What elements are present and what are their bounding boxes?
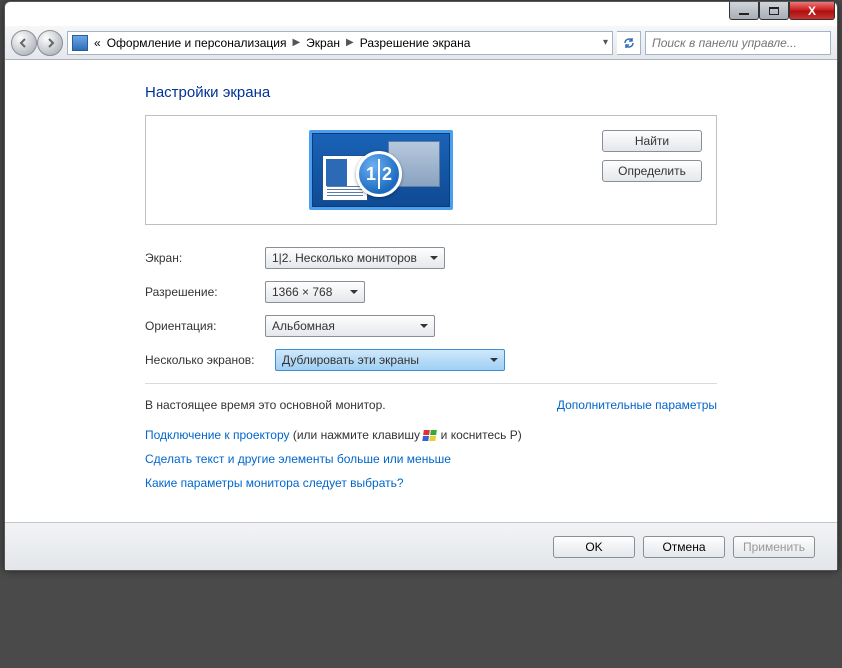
resolution-select[interactable]: 1366 × 768 (265, 281, 365, 303)
chevron-right-icon: ▶ (292, 37, 300, 48)
badge-2: 2 (382, 164, 392, 185)
screen-label: Экран: (145, 251, 265, 265)
find-button[interactable]: Найти (602, 130, 702, 152)
nav-arrows (11, 30, 63, 56)
page-title: Настройки экрана (145, 84, 717, 101)
multi-screens-label: Несколько экранов: (145, 353, 275, 367)
identify-button[interactable]: Определить (602, 160, 702, 182)
multi-screens-select-value: Дублировать эти экраны (282, 353, 419, 367)
content-area: Настройки экрана 1 2 Найти (5, 60, 837, 522)
separator (145, 383, 717, 384)
orientation-select[interactable]: Альбомная (265, 315, 435, 337)
breadcrumb[interactable]: « Оформление и персонализация ▶ Экран ▶ … (67, 31, 613, 55)
text-size-link[interactable]: Сделать текст и другие элементы больше и… (145, 452, 451, 466)
monitor-badge: 1 2 (356, 151, 402, 197)
back-button[interactable] (11, 30, 37, 56)
arrow-left-icon (19, 38, 29, 48)
refresh-button[interactable] (617, 31, 641, 55)
monitor-stage: 1 2 (309, 130, 453, 210)
navbar: « Оформление и персонализация ▶ Экран ▶ … (5, 26, 837, 60)
which-params-link[interactable]: Какие параметры монитора следует выбрать… (145, 476, 404, 490)
arrow-right-icon (45, 38, 55, 48)
minimize-button[interactable] (729, 2, 759, 20)
monitor-diagram[interactable]: 1 2 (309, 130, 453, 210)
advanced-settings-link[interactable]: Дополнительные параметры (557, 398, 717, 412)
titlebar: X (729, 2, 837, 26)
orientation-label: Ориентация: (145, 319, 265, 333)
monitor-preview-box: 1 2 Найти Определить (145, 115, 717, 225)
breadcrumb-level1[interactable]: Оформление и персонализация (107, 36, 287, 50)
screen-select-value: 1|2. Несколько мониторов (272, 251, 417, 265)
search-input[interactable] (645, 31, 831, 55)
screen-select[interactable]: 1|2. Несколько мониторов (265, 247, 445, 269)
breadcrumb-level2[interactable]: Экран (306, 36, 340, 50)
dropdown-icon[interactable]: ▾ (603, 37, 608, 48)
main-monitor-status: В настоящее время это основной монитор. (145, 398, 386, 412)
close-button[interactable]: X (789, 2, 835, 20)
control-panel-icon (72, 35, 88, 51)
resolution-select-value: 1366 × 768 (272, 285, 332, 299)
breadcrumb-prefix: « (94, 36, 101, 50)
maximize-button[interactable] (759, 2, 789, 20)
display-settings-window: X « Оформление и персонализация ▶ Экран … (4, 1, 838, 571)
windows-key-icon (422, 430, 438, 442)
close-icon: X (808, 4, 816, 18)
footer: OK Отмена Применить (5, 522, 837, 570)
ok-button[interactable]: OK (553, 536, 635, 558)
projector-link[interactable]: Подключение к проектору (145, 428, 290, 442)
resolution-label: Разрешение: (145, 285, 265, 299)
apply-button: Применить (733, 536, 815, 558)
forward-button[interactable] (37, 30, 63, 56)
projector-hint-pre: (или нажмите клавишу (290, 428, 424, 442)
chevron-right-icon: ▶ (346, 37, 354, 48)
cancel-button[interactable]: Отмена (643, 536, 725, 558)
breadcrumb-level3[interactable]: Разрешение экрана (360, 36, 471, 50)
projector-hint-post: и коснитесь P) (437, 428, 521, 442)
refresh-icon (622, 36, 636, 50)
multi-screens-select[interactable]: Дублировать эти экраны (275, 349, 505, 371)
badge-1: 1 (366, 164, 376, 185)
orientation-select-value: Альбомная (272, 319, 335, 333)
